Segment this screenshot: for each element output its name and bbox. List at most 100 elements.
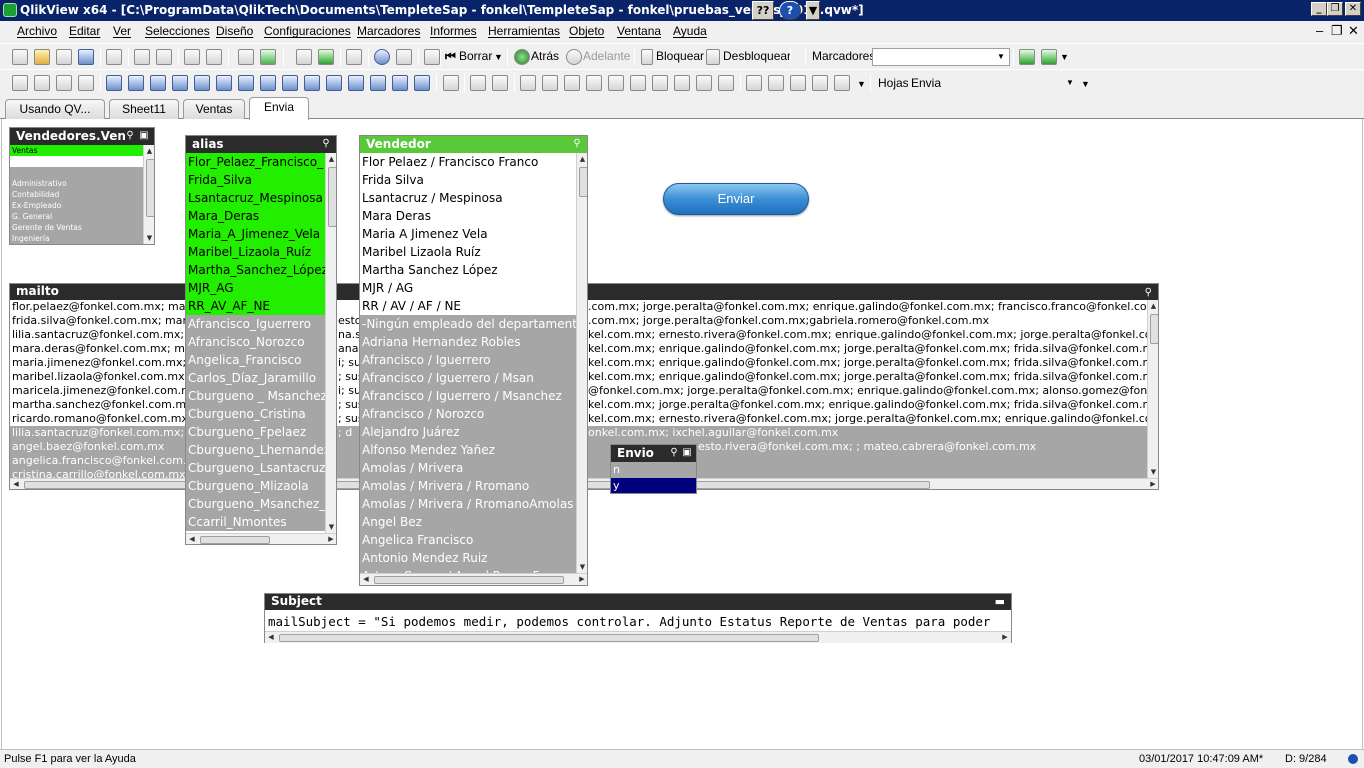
menu-ver[interactable]: Ver (113, 24, 131, 38)
chart-icon[interactable] (194, 75, 210, 91)
tab-ventas[interactable]: Ventas (183, 99, 245, 119)
scroll-right-icon[interactable]: ▶ (999, 632, 1011, 643)
help-icon[interactable]: ? (779, 1, 801, 20)
list-item[interactable]: Angelica Francisco (360, 531, 576, 549)
chevron-down-icon[interactable]: ▼ (806, 1, 820, 20)
clear-arrow-icon[interactable]: ⏮ (445, 49, 456, 64)
adjust-top-icon[interactable] (718, 75, 734, 91)
adjust-left-icon[interactable] (696, 75, 712, 91)
align-middle-icon[interactable] (608, 75, 624, 91)
borrar-button[interactable]: Borrar (459, 49, 492, 63)
mdi-restore-button[interactable]: ❐ (1331, 23, 1343, 39)
scroll-thumb[interactable] (279, 634, 819, 642)
lock-icon[interactable]: ▣ (681, 447, 693, 459)
desbloquear-button[interactable]: Desbloquear (723, 49, 791, 63)
table-cell[interactable]: .com.mx; jorge.peralta@fonkel.com.mx; en… (586, 300, 1147, 314)
server-objects-icon[interactable] (443, 75, 459, 91)
list-item[interactable]: Mara_Deras (186, 207, 325, 225)
line-arrow-icon[interactable] (304, 75, 320, 91)
atras-button[interactable]: Atrás (531, 49, 559, 63)
vendedores-scrollbar[interactable]: ▲ ▼ (143, 145, 154, 244)
search-icon[interactable]: ⚲ (668, 447, 680, 459)
context-help-icon[interactable] (396, 49, 412, 65)
new-sheet-icon[interactable] (12, 75, 28, 91)
chevron-down-icon[interactable]: ▼ (494, 52, 503, 62)
alias-vscrollbar[interactable]: ▲ ▼ (325, 153, 336, 533)
lock-icon[interactable]: ▣ (138, 130, 150, 142)
scroll-down-icon[interactable]: ▼ (144, 232, 154, 244)
menu-herramientas[interactable]: Herramientas (488, 24, 560, 38)
search-object-icon[interactable] (424, 49, 440, 65)
star-bookmark-icon[interactable] (318, 49, 334, 65)
list-item[interactable]: MJR_AG (186, 279, 325, 297)
format-painter-icon[interactable] (470, 75, 486, 91)
scroll-down-icon[interactable]: ▼ (326, 521, 336, 533)
mdi-minimize-button[interactable]: – (1316, 23, 1323, 38)
list-item[interactable]: Alejandro Juárez (360, 423, 576, 441)
restore-button[interactable]: ❐ (1327, 2, 1343, 16)
table-cell[interactable]: maribel.lizaola@fonkel.com.mx; m (10, 370, 186, 384)
list-item[interactable]: Frida Silva (360, 171, 576, 189)
minimize-icon[interactable]: ▬ (995, 594, 1005, 609)
list-item[interactable]: Cburgueno_Msanchez_M (186, 495, 325, 513)
align-right-icon[interactable] (564, 75, 580, 91)
list-item[interactable]: Flor Pelaez / Francisco Franco (360, 153, 576, 171)
scroll-right-icon[interactable]: ▶ (325, 534, 336, 544)
list-item[interactable]: Afrancisco / Iguerrero / Msan (360, 369, 576, 387)
list-item[interactable]: Maria_A_Jimenez_Vela (186, 225, 325, 243)
list-item[interactable]: Cburgueno_Lhernandez (186, 441, 325, 459)
list-item[interactable]: Operaciones (10, 244, 143, 245)
list-item[interactable]: Frida_Silva (186, 171, 325, 189)
fields-icon[interactable] (746, 75, 762, 91)
table-cell[interactable]: onkel.com.mx; ixchel.aguilar@fonkel.com.… (586, 426, 1147, 440)
list-item[interactable]: Angelica_Francisco (186, 351, 325, 369)
promote-sheet-icon[interactable] (34, 75, 50, 91)
marcadores-dropdown[interactable]: ▼ (872, 48, 1010, 66)
scroll-thumb[interactable] (579, 167, 587, 197)
list-item[interactable]: Flor_Pelaez_Francisco_ (186, 153, 325, 171)
scroll-right-icon[interactable]: ▶ (576, 574, 587, 585)
align-top-icon[interactable] (630, 75, 646, 91)
list-item[interactable]: Afrancisco_Norozco (186, 333, 325, 351)
listbox-icon[interactable] (106, 75, 122, 91)
search-icon[interactable]: ⚲ (571, 138, 583, 150)
chevron-down-icon[interactable]: ▼ (1063, 76, 1077, 90)
scroll-thumb[interactable] (200, 536, 270, 544)
print-icon[interactable] (106, 49, 122, 65)
copy-icon[interactable] (768, 75, 784, 91)
bookmark-object-icon[interactable] (348, 75, 364, 91)
list-item[interactable]: y (611, 478, 696, 493)
demote-sheet-icon[interactable] (56, 75, 72, 91)
table-cell[interactable]: martha.sanchez@fonkel.com.mx; m (10, 398, 186, 412)
list-item[interactable]: Mara Deras (360, 207, 576, 225)
list-item[interactable]: Administrativo (10, 178, 143, 189)
scroll-left-icon[interactable]: ◀ (360, 574, 372, 585)
text-object-icon[interactable] (282, 75, 298, 91)
minimize-button[interactable]: _ (1311, 2, 1327, 16)
open-folder-icon[interactable] (34, 49, 50, 65)
enviar-button[interactable]: Enviar (663, 183, 809, 215)
menu-selecciones[interactable]: Selecciones (145, 24, 210, 38)
lock-icon[interactable] (641, 49, 653, 65)
list-item[interactable]: Angel Bez (360, 513, 576, 531)
table-box-icon[interactable] (150, 75, 166, 91)
reload-data-icon[interactable] (156, 49, 172, 65)
menu-archivo[interactable]: Archivo (17, 24, 57, 38)
scroll-left-icon[interactable]: ◀ (10, 479, 22, 489)
new-document-icon[interactable] (12, 49, 28, 65)
list-item[interactable]: Afrancisco_Iguerrero (186, 315, 325, 333)
scroll-left-icon[interactable]: ◀ (265, 632, 277, 643)
list-item[interactable]: Martha_Sanchez_López (186, 261, 325, 279)
tab-sheet11[interactable]: Sheet11 (109, 99, 179, 119)
menu-ayuda[interactable]: Ayuda (673, 24, 707, 38)
slider-object-icon[interactable] (326, 75, 342, 91)
search-object-icon[interactable] (370, 75, 386, 91)
list-item[interactable] (10, 156, 143, 167)
list-item[interactable]: MJR / AG (360, 279, 576, 297)
align-left-icon[interactable] (520, 75, 536, 91)
list-item[interactable]: Adriana Hernandez Robles (360, 333, 576, 351)
vendedor-vscrollbar[interactable]: ▲ ▼ (576, 153, 587, 573)
scroll-up-icon[interactable]: ▲ (577, 153, 587, 165)
menu-objeto[interactable]: Objeto (569, 24, 604, 38)
list-item[interactable]: Amolas / Mrivera / RromanoAmolas (360, 495, 576, 513)
